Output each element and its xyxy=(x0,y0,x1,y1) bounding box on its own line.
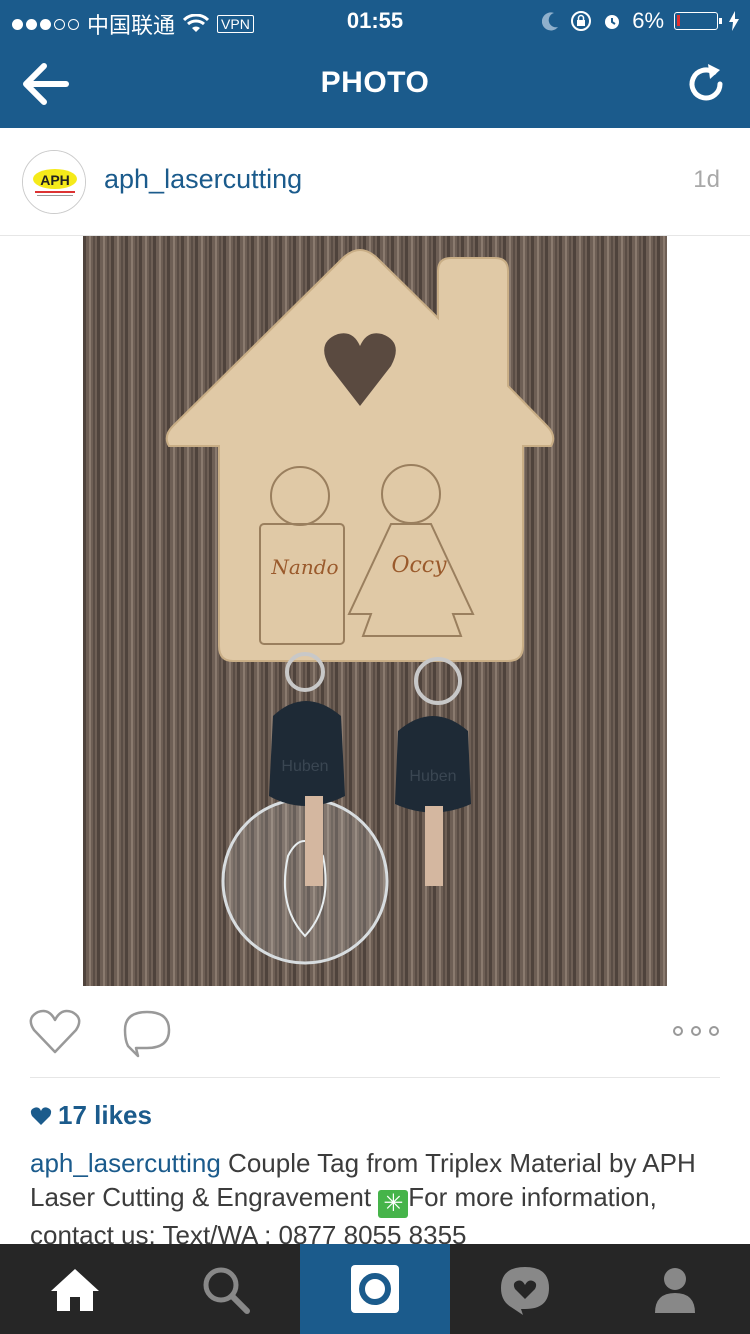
camera-icon xyxy=(351,1265,399,1313)
likes-heart-icon xyxy=(30,1106,52,1125)
profile-icon xyxy=(655,1268,695,1313)
alarm-icon xyxy=(605,15,620,29)
search-icon xyxy=(203,1267,250,1314)
caption-username[interactable]: aph_lasercutting xyxy=(30,1148,221,1178)
tab-profile[interactable] xyxy=(600,1244,750,1334)
avatar-logo-text: APH xyxy=(40,172,70,188)
home-icon xyxy=(51,1269,99,1311)
tag-label-right: Occy xyxy=(391,553,447,578)
post-caption: aph_lasercutting Couple Tag from Triplex… xyxy=(30,1146,730,1252)
post-username[interactable]: aph_lasercutting xyxy=(104,164,302,195)
avatar[interactable]: APH xyxy=(22,150,86,214)
key-brand-right: Huben xyxy=(409,768,456,785)
refresh-icon[interactable] xyxy=(682,60,730,108)
tab-activity[interactable] xyxy=(450,1244,600,1334)
battery-icon xyxy=(674,12,722,30)
post-time-ago: 1d xyxy=(693,166,720,193)
activity-icon xyxy=(501,1267,549,1315)
tab-home[interactable] xyxy=(0,1244,150,1334)
sparkle-emoji-icon: ✳ xyxy=(378,1190,409,1218)
battery-percent: 6% xyxy=(632,8,664,33)
key-brand-left: Huben xyxy=(281,758,328,775)
comment-icon[interactable] xyxy=(120,1008,174,1058)
tag-label-left: Nando xyxy=(270,555,338,579)
heart-icon[interactable] xyxy=(28,1008,82,1056)
top-bar: 中国联通 VPN 01:55 6% PHOTO xyxy=(0,0,750,128)
likes-count[interactable]: 17 likes xyxy=(30,1100,152,1131)
rotation-lock-icon xyxy=(571,11,592,31)
tab-search[interactable] xyxy=(150,1244,300,1334)
tab-camera[interactable] xyxy=(300,1244,450,1334)
navigation-bar: PHOTO xyxy=(0,40,750,128)
charging-icon xyxy=(729,11,739,31)
status-bar: 中国联通 VPN 01:55 6% xyxy=(0,0,750,40)
tab-bar xyxy=(0,1244,750,1334)
page-title: PHOTO xyxy=(320,66,430,99)
divider xyxy=(30,1077,720,1078)
more-options-icon[interactable] xyxy=(672,1022,720,1040)
post-header: APH aph_lasercutting 1d xyxy=(0,128,750,236)
likes-label: 17 likes xyxy=(58,1100,152,1130)
post-actions xyxy=(0,1000,750,1078)
moon-icon xyxy=(542,12,559,31)
post-photo[interactable]: Nando Occy Huben Huben xyxy=(83,236,667,986)
